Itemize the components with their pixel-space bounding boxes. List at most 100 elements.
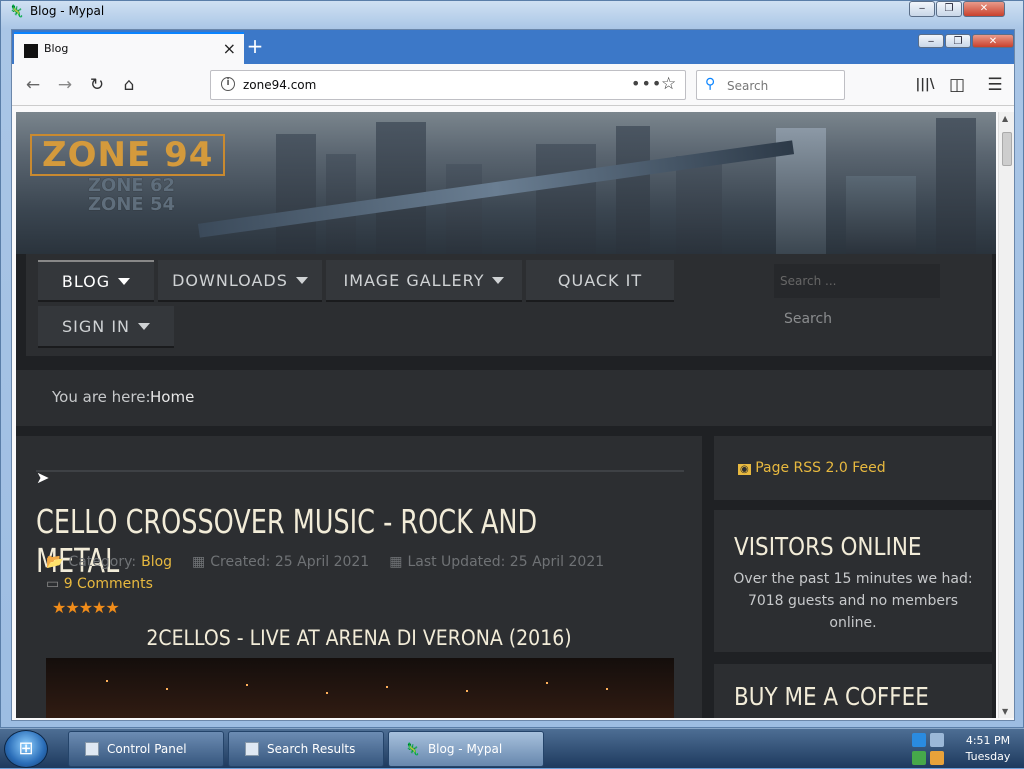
breadcrumb: You are here: Home bbox=[16, 370, 992, 426]
menu-item-image-gallery[interactable]: IMAGE GALLERY bbox=[326, 260, 522, 302]
taskbar-item-blog-mypal[interactable]: 🦎 Blog - Mypal bbox=[388, 731, 544, 767]
browser-window-controls: ‒ ❐ ✕ bbox=[918, 34, 1014, 48]
maximize-button[interactable]: ❐ bbox=[936, 1, 962, 17]
library-button[interactable]: |||\ bbox=[912, 72, 938, 98]
taskbar-label: Search Results bbox=[267, 742, 356, 756]
browser-search-box[interactable]: ⚲ Search bbox=[696, 70, 845, 100]
close-button[interactable]: ✕ bbox=[963, 1, 1005, 17]
scroll-up-icon[interactable]: ▲ bbox=[1002, 114, 1008, 123]
comment-icon: ▭ bbox=[46, 576, 60, 592]
browser-search-placeholder: Search bbox=[727, 79, 769, 93]
caret-down-icon bbox=[138, 322, 150, 330]
site-menu: BLOG DOWNLOADS IMAGE GALLERY QUACK IT SI… bbox=[26, 254, 992, 356]
shield-icon[interactable] bbox=[912, 751, 926, 765]
browser-minimize-button[interactable]: ‒ bbox=[918, 34, 944, 48]
clock[interactable]: 4:51 PM Tuesday bbox=[958, 733, 1018, 765]
reload-button[interactable]: ↻ bbox=[84, 72, 110, 98]
breadcrumb-home[interactable]: Home bbox=[150, 388, 194, 406]
back-button[interactable]: ← bbox=[20, 72, 46, 98]
site-search-button[interactable]: Search bbox=[774, 302, 842, 336]
start-button[interactable]: ⊞ bbox=[4, 730, 48, 768]
tab-close-icon[interactable]: × bbox=[223, 39, 236, 58]
nav-toolbar: ← → ↻ ⌂ i zone94.com ••• ☆ ⚲ Search |||\… bbox=[12, 64, 1014, 106]
outer-window-controls: ‒ ❐ ✕ bbox=[909, 1, 1005, 17]
logo-sub-1: ZONE 62 bbox=[88, 175, 176, 196]
taskbar-label: Blog - Mypal bbox=[427, 742, 503, 756]
forward-button[interactable]: → bbox=[52, 72, 78, 98]
meta-created: ▦ Created: 25 April 2021 bbox=[192, 554, 369, 570]
caret-down-icon bbox=[295, 276, 308, 284]
menu-item-sign-in[interactable]: SIGN IN bbox=[38, 306, 174, 348]
url-text: zone94.com bbox=[243, 78, 317, 92]
scroll-thumb[interactable] bbox=[1002, 132, 1012, 166]
web-content: ZONE 94 ZONE 62 ZONE 54 BLOG DOWNLOADS I… bbox=[16, 112, 996, 718]
category-link[interactable]: Blog bbox=[141, 554, 172, 570]
logo-sub-2: ZONE 54 bbox=[88, 194, 176, 215]
menu-button[interactable]: ☰ bbox=[982, 72, 1008, 98]
taskbar-item-search-results[interactable]: Search Results bbox=[228, 731, 384, 767]
updated-date: Last Updated: 25 April 2021 bbox=[407, 554, 605, 570]
site-banner: ZONE 94 ZONE 62 ZONE 54 bbox=[16, 112, 996, 254]
rss-panel: ◉ Page RSS 2.0 Feed bbox=[714, 436, 992, 500]
browser-maximize-button[interactable]: ❐ bbox=[945, 34, 971, 48]
scroll-down-icon[interactable]: ▼ bbox=[1002, 707, 1008, 716]
caret-down-icon bbox=[492, 276, 505, 284]
rating-stars[interactable]: ★★★★★ bbox=[52, 598, 120, 617]
browser-close-button[interactable]: ✕ bbox=[972, 34, 1014, 48]
url-bar[interactable]: i zone94.com ••• ☆ bbox=[210, 70, 686, 100]
comments-link[interactable]: ▭ 9 Comments bbox=[46, 576, 153, 592]
outer-window: 🦎 Blog - Mypal ‒ ❐ ✕ Blog × + ‒ ❐ ✕ ← → … bbox=[0, 0, 1024, 728]
comments-count: 9 Comments bbox=[63, 576, 153, 592]
breadcrumb-label: You are here: bbox=[52, 388, 151, 406]
menu-item-quack-it[interactable]: QUACK IT bbox=[526, 260, 674, 302]
info-icon[interactable]: i bbox=[221, 77, 235, 91]
tab-blog[interactable]: Blog × bbox=[14, 32, 244, 64]
clock-time: 4:51 PM bbox=[965, 734, 1011, 747]
menu-item-downloads[interactable]: DOWNLOADS bbox=[158, 260, 322, 302]
rss-link[interactable]: ◉ Page RSS 2.0 Feed bbox=[738, 460, 886, 476]
tab-title: Blog bbox=[44, 42, 69, 55]
window-title-text: Blog - Mypal bbox=[29, 4, 105, 18]
app-icon: 🦎 bbox=[9, 4, 24, 18]
video-embed[interactable] bbox=[46, 658, 674, 718]
coffee-panel: BUY ME A COFFEE bbox=[714, 664, 992, 718]
menu-label: DOWNLOADS bbox=[172, 270, 288, 290]
menu-label: SIGN IN bbox=[61, 316, 130, 336]
logo-main: ZONE 94 bbox=[30, 134, 226, 176]
system-tray: 4:51 PM Tuesday bbox=[908, 729, 1024, 769]
minimize-button[interactable]: ‒ bbox=[909, 1, 935, 17]
calendar-icon: ▦ bbox=[389, 554, 403, 570]
page-scrollbar[interactable]: ▲ ▼ bbox=[998, 112, 1014, 718]
site-logo[interactable]: ZONE 94 ZONE 62 ZONE 54 bbox=[30, 134, 226, 215]
calendar-icon: ▦ bbox=[192, 554, 206, 570]
browser-window: Blog × + ‒ ❐ ✕ ← → ↻ ⌂ i zone94.com ••• … bbox=[11, 29, 1015, 721]
mypal-icon: 🦎 bbox=[405, 742, 420, 756]
taskbar-label: Control Panel bbox=[107, 742, 187, 756]
category-label: Category: bbox=[68, 554, 137, 570]
site-search-input[interactable]: Search ... bbox=[774, 264, 940, 298]
taskbar: ⊞ Control Panel Search Results 🦎 Blog - … bbox=[0, 728, 1024, 768]
mouse-cursor-icon: ➤ bbox=[36, 468, 50, 487]
search-engine-icon: ⚲ bbox=[705, 76, 716, 92]
page-actions-icon[interactable]: ••• bbox=[631, 74, 662, 93]
search-icon[interactable] bbox=[930, 751, 944, 765]
control-panel-icon bbox=[85, 742, 99, 756]
divider bbox=[36, 470, 684, 472]
article-meta: 📂 Category: Blog ▦ Created: 25 April 202… bbox=[46, 554, 604, 570]
caret-down-icon bbox=[118, 277, 131, 285]
rss-label: Page RSS 2.0 Feed bbox=[755, 460, 886, 476]
bookmark-star-icon[interactable]: ☆ bbox=[661, 74, 676, 94]
rss-icon: ◉ bbox=[738, 464, 751, 475]
language-icon[interactable] bbox=[912, 733, 926, 747]
taskbar-item-control-panel[interactable]: Control Panel bbox=[68, 731, 224, 767]
home-button[interactable]: ⌂ bbox=[116, 72, 142, 98]
coffee-heading: BUY ME A COFFEE bbox=[734, 682, 929, 711]
favicon-icon bbox=[24, 44, 38, 58]
menu-label: IMAGE GALLERY bbox=[343, 270, 485, 290]
menu-item-blog[interactable]: BLOG bbox=[38, 260, 154, 302]
meta-updated: ▦ Last Updated: 25 April 2021 bbox=[389, 554, 604, 570]
network-icon[interactable] bbox=[930, 733, 944, 747]
tab-bar: Blog × + ‒ ❐ ✕ bbox=[12, 30, 1014, 64]
new-tab-button[interactable]: + bbox=[244, 34, 266, 58]
sidebar-button[interactable]: ◫ bbox=[944, 72, 970, 98]
